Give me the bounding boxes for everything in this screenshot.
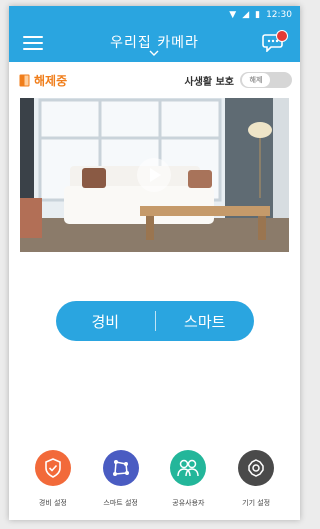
privacy-toggle-knob: 해제 xyxy=(242,73,270,87)
guard-mode-button[interactable]: 경비 xyxy=(56,311,155,332)
security-status: 해제중 xyxy=(19,72,67,89)
security-status-label: 해제중 xyxy=(34,73,68,88)
phone-screen: ▼ ◢ ▮ 12:30 우리집 카메라 해제중 사생활 보호 해제 경비 스마트… xyxy=(9,6,300,520)
app-header: 우리집 카메라 xyxy=(9,24,300,62)
wifi-icon: ▼ xyxy=(229,10,237,20)
users-icon xyxy=(177,459,200,477)
menu-icon-bg xyxy=(238,450,275,486)
chevron-down-icon[interactable] xyxy=(149,50,159,56)
menu-icon-bg xyxy=(170,450,207,486)
camera-video[interactable] xyxy=(20,98,289,252)
privacy-toggle[interactable]: 해제 xyxy=(240,72,292,88)
menu-icon-bg xyxy=(102,450,139,486)
menu-label-smart: 스마트 설정 xyxy=(103,499,138,507)
page-title: 우리집 카메라 xyxy=(110,35,199,51)
menu-icon-bg xyxy=(34,450,71,486)
battery-icon: ▮ xyxy=(255,10,261,20)
menu-label-device: 기기 설정 xyxy=(242,499,271,507)
device-settings-button[interactable]: 기기 설정 xyxy=(226,450,286,508)
mode-switch: 경비 스마트 xyxy=(56,301,254,341)
smart-settings-button[interactable]: 스마트 설정 xyxy=(91,450,151,508)
message-button[interactable] xyxy=(262,30,288,54)
signal-icon: ◢ xyxy=(242,10,250,20)
menu-label-shared: 공유사용자 xyxy=(172,499,205,507)
shield-icon xyxy=(45,458,61,478)
smart-settings-icon xyxy=(112,460,129,476)
door-icon xyxy=(19,74,30,86)
play-button[interactable] xyxy=(137,158,171,192)
privacy-control: 사생활 보호 해제 xyxy=(185,72,292,88)
guard-settings-button[interactable]: 경비 설정 xyxy=(23,450,83,508)
status-bar: ▼ ◢ ▮ 12:30 xyxy=(9,6,300,24)
privacy-label: 사생활 보호 xyxy=(184,76,234,88)
play-icon xyxy=(150,168,161,182)
menu-label-guard: 경비 설정 xyxy=(38,499,67,507)
shared-users-button[interactable]: 공유사용자 xyxy=(158,450,218,508)
gear-icon xyxy=(248,459,264,477)
smart-mode-button[interactable]: 스마트 xyxy=(156,311,255,332)
notification-badge xyxy=(276,30,288,42)
status-time: 12:30 xyxy=(266,10,292,20)
bottom-menu: 경비 설정 스마트 설정 공유사용자 기기 설정 xyxy=(9,450,300,508)
status-row: 해제중 사생활 보호 해제 xyxy=(9,62,300,98)
